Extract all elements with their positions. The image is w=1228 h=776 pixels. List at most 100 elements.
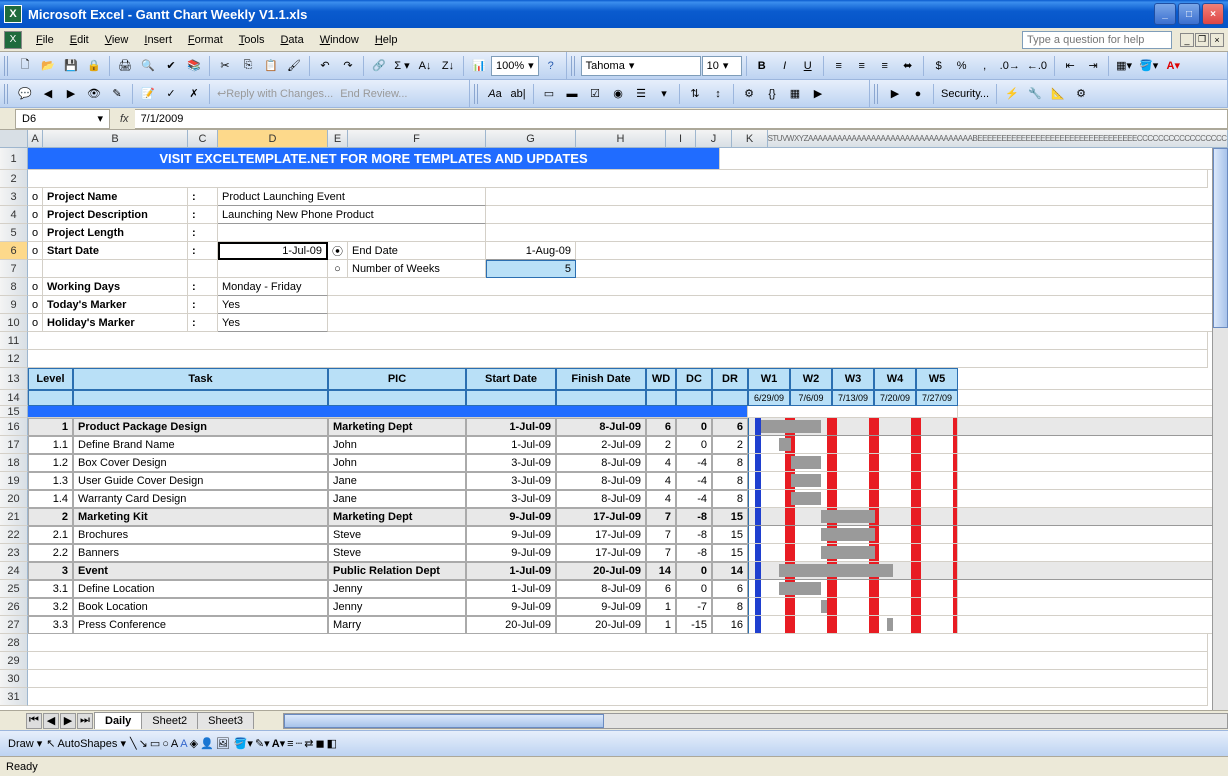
col-I[interactable]: I bbox=[666, 130, 696, 147]
reject-button[interactable]: ✗ bbox=[183, 83, 205, 105]
font-name-combo[interactable]: Tahoma ▾ bbox=[581, 56, 701, 76]
draw-menu-button[interactable]: Draw ▾ bbox=[8, 737, 42, 750]
dash-style-button[interactable]: ┄ bbox=[296, 737, 303, 750]
excel-doc-icon[interactable]: X bbox=[4, 31, 22, 49]
borders-button[interactable]: ▦▾ bbox=[1113, 55, 1135, 77]
decrease-indent-button[interactable]: ⇤ bbox=[1059, 55, 1081, 77]
design-mode-button[interactable]: 📐 bbox=[1047, 83, 1069, 105]
row-13[interactable]: 13 bbox=[0, 368, 28, 390]
track-changes-button[interactable]: 📝 bbox=[137, 83, 159, 105]
doc-restore-button[interactable]: ❐ bbox=[1195, 33, 1209, 47]
vba-button[interactable]: ▶ bbox=[884, 83, 906, 105]
show-comment-button[interactable]: 👁 bbox=[83, 83, 105, 105]
underline-button[interactable]: U bbox=[797, 55, 819, 77]
autoshapes-button[interactable]: AutoShapes ▾ bbox=[57, 737, 126, 750]
merge-button[interactable]: ⬌ bbox=[897, 55, 919, 77]
sort-asc-button[interactable]: A↓ bbox=[414, 55, 436, 77]
menu-insert[interactable]: Insert bbox=[136, 31, 180, 49]
row-30[interactable]: 30 bbox=[0, 670, 28, 688]
spinner-tool-button[interactable]: ⇅ bbox=[684, 83, 706, 105]
col-C[interactable]: C bbox=[188, 130, 218, 147]
spreadsheet-grid[interactable]: A B C D E F G H I J K LNNOPQRSTUVWXYZAAA… bbox=[0, 130, 1228, 710]
hyperlink-button[interactable]: 🔗 bbox=[368, 55, 390, 77]
last-sheet-button[interactable]: ⏭ bbox=[77, 713, 93, 729]
comma-button[interactable]: , bbox=[974, 55, 996, 77]
maximize-button[interactable]: □ bbox=[1178, 3, 1200, 25]
row-27[interactable]: 27 bbox=[0, 616, 28, 634]
oval-button[interactable]: ○ bbox=[162, 738, 169, 750]
sheet-tab-sheet2[interactable]: Sheet2 bbox=[141, 712, 198, 729]
horizontal-scrollbar[interactable] bbox=[283, 713, 1228, 729]
menu-format[interactable]: Format bbox=[180, 31, 231, 49]
align-right-button[interactable]: ≡ bbox=[874, 55, 896, 77]
row-7[interactable]: 7 bbox=[0, 260, 28, 278]
row-9[interactable]: 9 bbox=[0, 296, 28, 314]
security-button[interactable]: Security... bbox=[938, 83, 992, 105]
column-headers[interactable]: A B C D E F G H I J K LNNOPQRSTUVWXYZAAA… bbox=[0, 130, 1228, 148]
row-5[interactable]: 5 bbox=[0, 224, 28, 242]
row-15[interactable]: 15 bbox=[0, 406, 28, 418]
increase-decimal-button[interactable]: .0→ bbox=[997, 55, 1023, 77]
paste-button[interactable]: 📋 bbox=[260, 55, 282, 77]
collapsed-columns[interactable]: LNNOPQRSTUVWXYZAAAAAAAAAAAAAAAAAAAAAAAAA… bbox=[768, 130, 1228, 147]
row-4[interactable]: 4 bbox=[0, 206, 28, 224]
toolbox-button[interactable]: 🔧 bbox=[1024, 83, 1046, 105]
wordart-button[interactable]: A bbox=[180, 738, 187, 750]
fx-icon[interactable]: fx bbox=[114, 113, 135, 125]
formula-input[interactable]: 7/1/2009 bbox=[135, 109, 1228, 129]
properties-tool-button[interactable]: ⚙ bbox=[738, 83, 760, 105]
align-center-button[interactable]: ≡ bbox=[851, 55, 873, 77]
vbe-button[interactable]: ⚡ bbox=[1001, 83, 1023, 105]
chart-button[interactable]: 📊 bbox=[468, 55, 490, 77]
minimize-button[interactable]: _ bbox=[1154, 3, 1176, 25]
label-tool-button[interactable]: Aa bbox=[484, 83, 506, 105]
copy-button[interactable]: ⎘ bbox=[237, 55, 259, 77]
menu-file[interactable]: File bbox=[28, 31, 62, 49]
controls-button[interactable]: ⚙ bbox=[1070, 83, 1092, 105]
row-14[interactable]: 14 bbox=[0, 390, 28, 406]
listbox-tool-button[interactable]: ☰ bbox=[630, 83, 652, 105]
sheet-tab-sheet3[interactable]: Sheet3 bbox=[197, 712, 254, 729]
scrollbar-tool-button[interactable]: ↕ bbox=[707, 83, 729, 105]
line-color-button[interactable]: ✎▾ bbox=[255, 737, 270, 750]
format-painter-button[interactable]: 🖌 bbox=[283, 55, 305, 77]
next-comment-button[interactable]: ▶ bbox=[60, 83, 82, 105]
next-sheet-button[interactable]: ▶ bbox=[60, 713, 76, 729]
prev-comment-button[interactable]: ◀ bbox=[37, 83, 59, 105]
row-6[interactable]: 6 bbox=[0, 242, 28, 260]
row-21[interactable]: 21 bbox=[0, 508, 28, 526]
percent-button[interactable]: % bbox=[951, 55, 973, 77]
first-sheet-button[interactable]: ⏮ bbox=[26, 713, 42, 729]
row-17[interactable]: 17 bbox=[0, 436, 28, 454]
doc-minimize-button[interactable]: _ bbox=[1180, 33, 1194, 47]
zoom-combo[interactable]: 100% ▾ bbox=[491, 56, 539, 76]
row-25[interactable]: 25 bbox=[0, 580, 28, 598]
grid-tool-button[interactable]: ▦ bbox=[784, 83, 806, 105]
menu-data[interactable]: Data bbox=[272, 31, 311, 49]
col-D[interactable]: D bbox=[218, 130, 328, 147]
fill-color-button[interactable]: 🪣▾ bbox=[1136, 55, 1161, 77]
textbox-tool-button[interactable]: ab| bbox=[507, 83, 529, 105]
select-all-corner[interactable] bbox=[0, 130, 28, 147]
menu-edit[interactable]: Edit bbox=[62, 31, 97, 49]
autosum-button[interactable]: Σ ▾ bbox=[391, 55, 413, 77]
doc-close-button[interactable]: × bbox=[1210, 33, 1224, 47]
row-22[interactable]: 22 bbox=[0, 526, 28, 544]
bold-button[interactable]: B bbox=[751, 55, 773, 77]
menu-view[interactable]: View bbox=[97, 31, 137, 49]
col-E[interactable]: E bbox=[328, 130, 348, 147]
help-button[interactable]: ? bbox=[540, 55, 562, 77]
menu-tools[interactable]: Tools bbox=[231, 31, 273, 49]
row-28[interactable]: 28 bbox=[0, 634, 28, 652]
row-2[interactable]: 2 bbox=[0, 170, 28, 188]
line-button[interactable]: ╲ bbox=[130, 737, 137, 750]
row-11[interactable]: 11 bbox=[0, 332, 28, 350]
checkbox-tool-button[interactable]: ☑ bbox=[584, 83, 606, 105]
col-J[interactable]: J bbox=[696, 130, 732, 147]
run-tool-button[interactable]: ▶ bbox=[807, 83, 829, 105]
row-1[interactable]: 1 bbox=[0, 148, 28, 170]
redo-button[interactable]: ↷ bbox=[337, 55, 359, 77]
row-10[interactable]: 10 bbox=[0, 314, 28, 332]
name-box[interactable]: D6▾ bbox=[15, 109, 110, 129]
start-date-cell[interactable]: 1-Jul-09 bbox=[218, 242, 328, 260]
